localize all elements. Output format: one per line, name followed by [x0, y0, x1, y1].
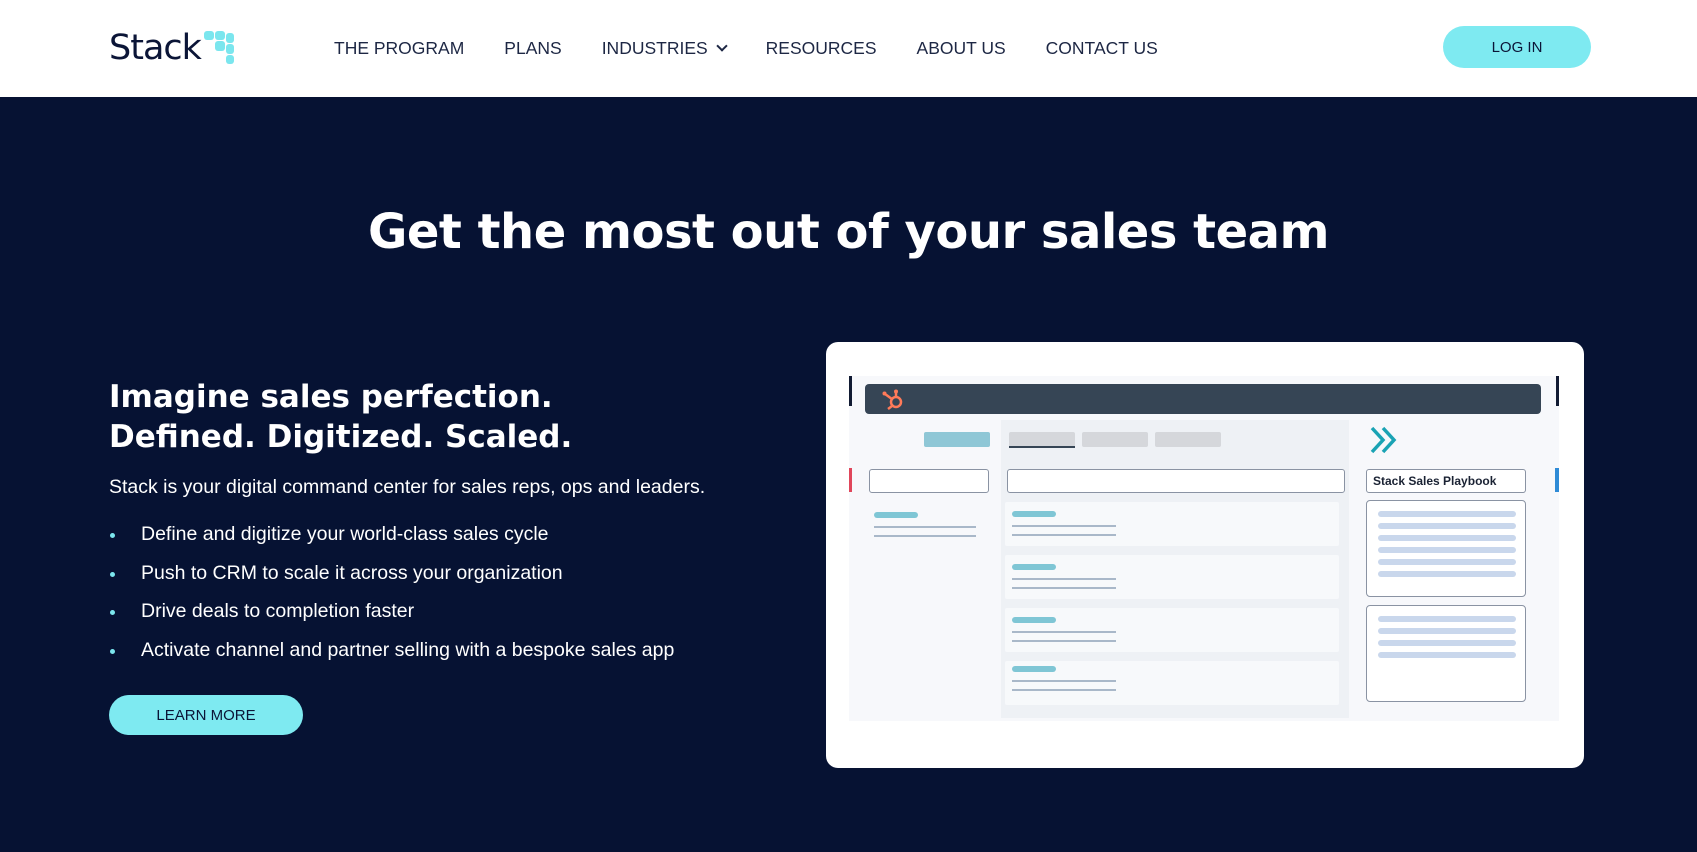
learn-more-button[interactable]: LEARN MORE: [109, 695, 303, 735]
feature-item: Push to CRM to scale it across your orga…: [109, 554, 769, 593]
mockup-list-item: [1005, 608, 1339, 652]
nav-resources[interactable]: RESOURCES: [766, 38, 877, 59]
mockup-item-line: [1012, 680, 1116, 682]
mockup-tab: [1082, 432, 1148, 447]
logo-mark-icon: [203, 31, 234, 65]
chevron-down-icon: [716, 40, 728, 52]
playbook-line: [1378, 523, 1516, 529]
mockup-topbar: [865, 384, 1541, 414]
nav-the-program[interactable]: THE PROGRAM: [334, 38, 464, 59]
mockup-left-search: [869, 469, 989, 493]
mockup-tab: [1155, 432, 1221, 447]
playbook-line: [1378, 616, 1516, 622]
mockup-item-accent: [1012, 666, 1056, 672]
hubspot-icon: [882, 389, 903, 410]
mockup-marker-right: [1555, 468, 1559, 492]
mockup-edge-left: [849, 376, 852, 406]
mockup-marker-left: [849, 468, 852, 492]
login-button[interactable]: LOG IN: [1443, 26, 1591, 68]
playbook-line: [1378, 559, 1516, 565]
playbook-line: [1378, 571, 1516, 577]
tagline-line-2: Defined. Digitized. Scaled.: [109, 419, 573, 455]
playbook-line: [1378, 511, 1516, 517]
mockup-item-line: [1012, 631, 1116, 633]
playbook-line: [1378, 652, 1516, 658]
mockup-item-line: [1012, 525, 1116, 527]
nav-about-us[interactable]: ABOUT US: [917, 38, 1006, 59]
app-mockup: Stack Sales Playbook: [849, 376, 1559, 721]
feature-item: Drive deals to completion faster: [109, 592, 769, 631]
nav-contact-us[interactable]: CONTACT US: [1046, 38, 1158, 59]
feature-list: Define and digitize your world-class sal…: [109, 515, 769, 669]
nav-industries[interactable]: INDUSTRIES: [601, 38, 728, 59]
mockup-tab-active: [924, 432, 990, 447]
main-menu: THE PROGRAM PLANS INDUSTRIES RESOURCES A…: [334, 38, 1158, 59]
mockup-item-line: [1012, 578, 1116, 580]
playbook-panel: [1366, 605, 1526, 702]
mockup-left-line: [874, 526, 976, 528]
mockup-item-line: [1012, 587, 1116, 589]
mockup-center-search: [1007, 469, 1345, 493]
top-nav: Stack THE PROGRAM PLANS INDUSTRIES RESOU…: [0, 0, 1697, 97]
feature-item: Activate channel and partner selling wit…: [109, 631, 769, 670]
hero-title: Get the most out of your sales team: [367, 204, 1330, 260]
playbook-line: [1378, 640, 1516, 646]
mockup-left-line: [874, 535, 976, 537]
playbook-panel: [1366, 500, 1526, 597]
nav-the-program-label: THE PROGRAM: [334, 38, 465, 58]
double-chevron-right-icon: [1370, 426, 1397, 454]
product-preview-card: Stack Sales Playbook: [826, 342, 1584, 768]
playbook-title: Stack Sales Playbook: [1366, 469, 1526, 493]
playbook-line: [1378, 547, 1516, 553]
mockup-left-accent: [874, 512, 918, 518]
mockup-edge-right: [1556, 376, 1559, 406]
tagline-line-1: Imagine sales perfection.: [109, 379, 553, 415]
hero-content: Imagine sales perfection. Defined. Digit…: [109, 377, 769, 669]
mockup-tab-underline: [1009, 446, 1075, 448]
nav-plans[interactable]: PLANS: [504, 38, 561, 59]
mockup-tab: [1009, 432, 1075, 447]
nav-contact-us-label: CONTACT US: [1045, 38, 1158, 58]
nav-resources-label: RESOURCES: [765, 38, 877, 58]
mockup-list-item: [1005, 502, 1339, 546]
hero-description: Stack is your digital command center for…: [109, 476, 706, 498]
logo-text: Stack: [109, 28, 202, 68]
mockup-item-accent: [1012, 564, 1056, 570]
nav-about-us-label: ABOUT US: [916, 38, 1006, 58]
mockup-item-line: [1012, 689, 1116, 691]
nav-industries-label: INDUSTRIES: [601, 38, 708, 58]
mockup-item-accent: [1012, 511, 1056, 517]
playbook-line: [1378, 535, 1516, 541]
playbook-line: [1378, 628, 1516, 634]
mockup-item-line: [1012, 640, 1116, 642]
mockup-item-line: [1012, 534, 1116, 536]
stack-logo[interactable]: Stack: [109, 28, 234, 68]
mockup-list-item: [1005, 555, 1339, 599]
feature-item: Define and digitize your world-class sal…: [109, 515, 769, 554]
tagline: Imagine sales perfection. Defined. Digit…: [109, 377, 769, 457]
mockup-item-accent: [1012, 617, 1056, 623]
nav-plans-label: PLANS: [504, 38, 562, 58]
